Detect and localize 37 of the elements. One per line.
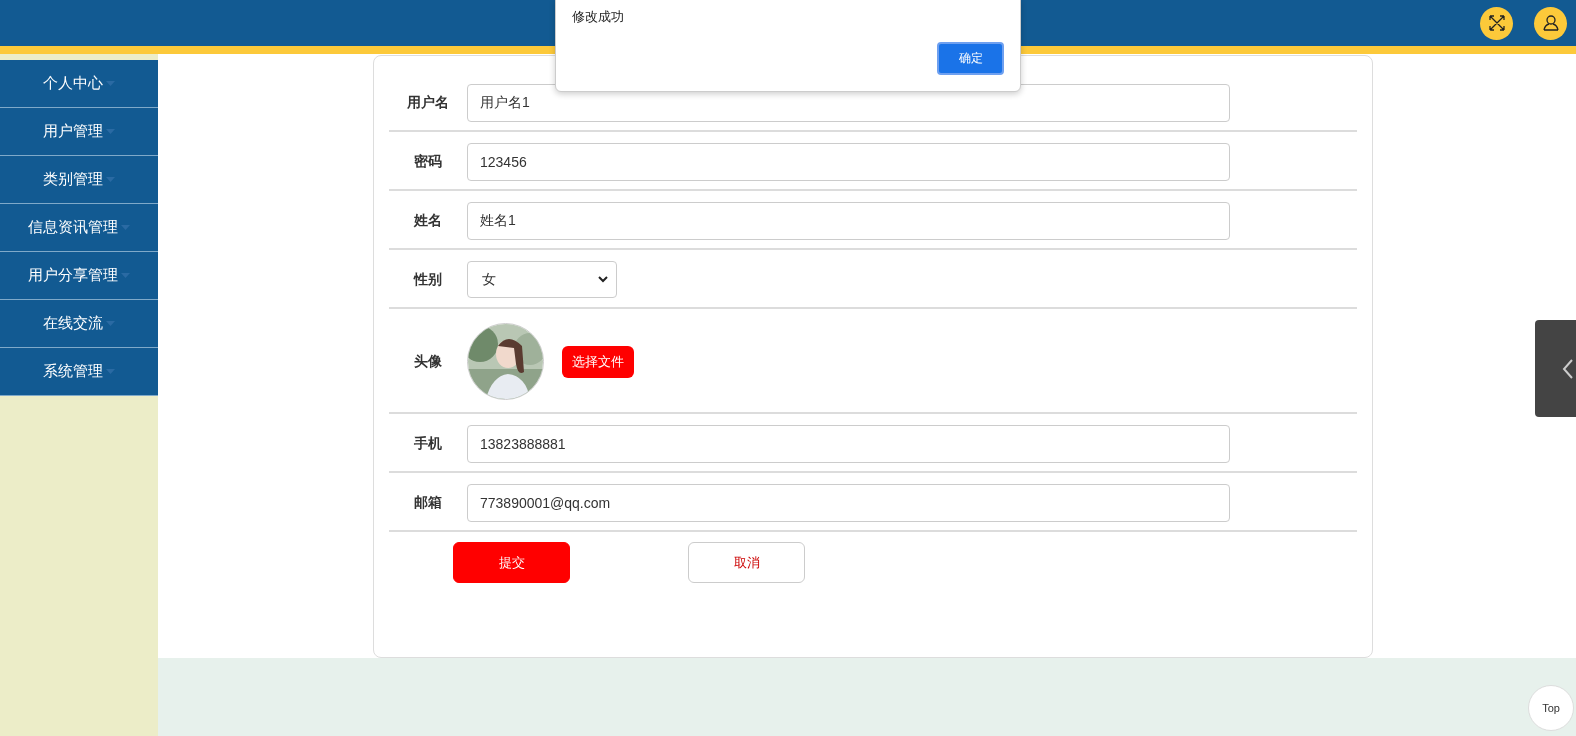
sidebar-item[interactable]: 类别管理 [0,156,158,204]
choose-file-button[interactable]: 选择文件 [562,345,634,378]
sidebar-item[interactable]: 系统管理 [0,348,158,396]
fullscreen-button[interactable] [1480,6,1513,40]
sidebar-item[interactable]: 用户分享管理 [0,252,158,300]
field-label: 手机 [413,434,443,453]
gender-select[interactable]: 女 [467,261,617,298]
ok-button[interactable]: 确定 [937,42,1004,75]
caret-icon [106,320,115,327]
caret-icon [106,368,115,375]
field-label: 姓名 [413,211,443,230]
cancel-button[interactable]: 取消 [688,542,805,583]
text-field[interactable]: 123456 [467,142,1230,181]
caret-icon [121,224,130,231]
text-field[interactable]: 13823888881 [467,424,1230,463]
user-icon [1541,14,1560,32]
caret-icon [106,80,115,87]
field-label: 性别 [412,270,443,289]
sidebar-item[interactable]: 在线交流 [0,300,158,348]
text-field[interactable]: 773890001@qq.com [467,483,1230,522]
caret-icon [106,128,115,135]
dialog-message: 修改成功 [572,8,625,26]
sidebar-item[interactable]: 个人中心 [0,60,158,108]
caret-icon [106,176,115,183]
expand-icon [1487,14,1506,32]
user-button[interactable] [1534,6,1567,40]
submit-button[interactable]: 提交 [453,542,570,583]
sidebar-item[interactable]: 用户管理 [0,108,158,156]
chevron-left-icon [1562,357,1574,380]
text-field[interactable]: 姓名1 [467,201,1230,240]
field-label: 密码 [413,152,443,171]
caret-icon [121,272,130,279]
field-label: 头像 [413,352,443,371]
sidebar-item[interactable]: 信息资讯管理 [0,204,158,252]
chevron-icon [598,276,608,283]
field-label: 邮箱 [413,493,443,512]
field-label: 用户名 [406,93,450,112]
